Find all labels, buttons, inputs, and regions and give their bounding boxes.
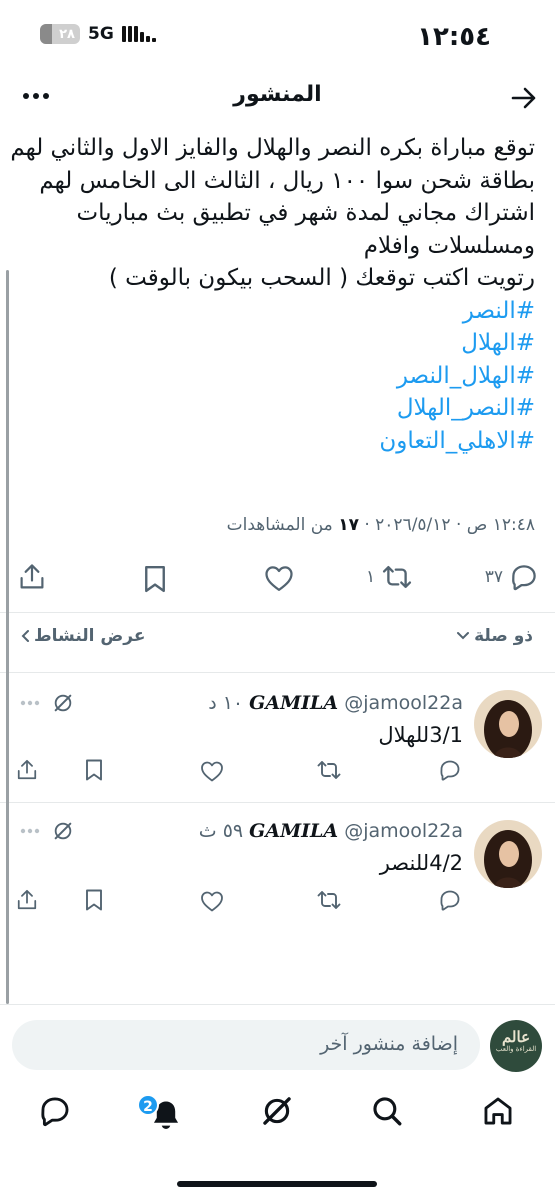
repost-button[interactable] xyxy=(316,888,342,912)
battery-level: ٢٨ xyxy=(59,26,75,42)
home-tab[interactable] xyxy=(481,1094,515,1128)
scrollbar[interactable] xyxy=(6,270,9,1004)
bookmark-icon xyxy=(86,759,102,781)
reply-handle: @jamool22a xyxy=(344,820,463,842)
chevron-left-icon xyxy=(21,630,29,642)
sort-relevance-label: ذو صلة xyxy=(474,626,533,646)
post-meta: ١٢:٤٨ ص · ٢٠٢٦/٥/١٢ · ١٧ من المشاهدات xyxy=(226,515,535,535)
replies-sort-row: ذو صلة عرض النشاط xyxy=(20,626,533,654)
grok-tab[interactable] xyxy=(260,1094,294,1128)
search-tab[interactable] xyxy=(370,1094,404,1128)
battery-icon: ٢٨ xyxy=(40,24,80,44)
like-button[interactable] xyxy=(200,890,224,912)
signal-icon xyxy=(121,26,156,42)
post-text-line: ومسلسلات وافلام xyxy=(363,232,535,259)
avatar-logo-text: عالم xyxy=(501,1028,531,1046)
repost-icon xyxy=(317,891,341,909)
heart-icon xyxy=(201,761,223,782)
more-options-icon[interactable] xyxy=(20,828,40,834)
heart-icon xyxy=(265,566,293,591)
avatar[interactable] xyxy=(474,820,542,888)
share-button[interactable] xyxy=(16,888,38,912)
reply-header: GAMILA @jamool22a ١٠ د xyxy=(208,692,463,714)
reply-item[interactable]: GAMILA @jamool22a ٥٩ ث 4/2للنصر xyxy=(0,802,555,932)
avatar-logo-subtext: القراءة والعب xyxy=(495,1045,537,1053)
share-icon xyxy=(17,759,37,780)
post-text-line: رتويت اكتب توقعك ( السحب بيكون بالوقت ) xyxy=(108,265,535,291)
bookmark-icon xyxy=(145,565,165,593)
post-date: ٢٠٢٦/٥/١٢ xyxy=(375,515,451,535)
reply-icon xyxy=(440,890,460,911)
reply-header: GAMILA @jamool22a ٥٩ ث xyxy=(199,820,463,842)
hashtag-link[interactable]: #الهلال_النصر xyxy=(14,360,535,393)
bookmark-button[interactable] xyxy=(142,564,168,594)
compose-reply-input[interactable]: إضافة منشور آخر xyxy=(12,1020,480,1070)
heart-icon xyxy=(201,891,223,912)
view-activity-button[interactable]: عرض النشاط xyxy=(20,626,145,646)
repost-count: ١ xyxy=(366,567,376,587)
status-time: ١٢:٥٤ xyxy=(417,22,491,52)
chevron-down-icon xyxy=(457,632,470,640)
grok-icon[interactable] xyxy=(52,820,74,842)
sort-relevance-button[interactable]: ذو صلة xyxy=(456,626,533,646)
reply-button[interactable] xyxy=(438,758,462,782)
bookmark-button[interactable] xyxy=(84,758,104,782)
divider xyxy=(0,612,555,613)
status-indicators: ٢٨ 5G xyxy=(40,24,156,44)
reply-icon xyxy=(440,760,460,781)
repost-icon xyxy=(383,565,412,589)
reply-button[interactable]: ٣٧ xyxy=(485,562,539,592)
reply-button[interactable] xyxy=(438,888,462,912)
share-button[interactable] xyxy=(16,758,38,782)
post-text-line: اشتراك مجاني لمدة شهر في تطبيق بث مباريا… xyxy=(76,200,535,226)
views-count: ١٧ xyxy=(338,515,359,535)
reply-item[interactable]: GAMILA @jamool22a ١٠ د 3/1للهلال xyxy=(0,672,555,802)
bookmark-icon xyxy=(86,889,102,911)
share-icon xyxy=(20,564,44,589)
divider xyxy=(0,1004,555,1005)
grok-icon[interactable] xyxy=(52,692,74,714)
reply-count: ٣٧ xyxy=(484,567,503,587)
back-arrow-icon[interactable] xyxy=(511,86,537,110)
messages-tab[interactable] xyxy=(38,1094,72,1128)
post-actions: ٣٧ ١ xyxy=(0,560,555,600)
hashtag-link[interactable]: #الاهلي_التعاون xyxy=(14,425,535,458)
messages-icon xyxy=(41,1097,69,1127)
post-time: ١٢:٤٨ ص xyxy=(466,515,535,535)
post-body: توقع مباراة بكره النصر والهلال والفايز ا… xyxy=(10,132,535,458)
reply-icon xyxy=(512,565,536,591)
home-indicator[interactable] xyxy=(177,1181,377,1187)
repost-icon xyxy=(317,761,341,779)
share-icon xyxy=(17,889,37,910)
share-button[interactable] xyxy=(18,562,46,592)
grok-icon xyxy=(263,1097,291,1125)
like-button[interactable] xyxy=(200,760,224,782)
network-type: 5G xyxy=(88,24,114,44)
reply-text: 3/1للهلال xyxy=(378,723,463,747)
post-text-line: توقع مباراة بكره النصر والهلال والفايز ا… xyxy=(10,135,535,161)
notifications-badge: 2 xyxy=(137,1094,159,1116)
repost-button[interactable] xyxy=(316,758,342,782)
hashtag-link[interactable]: #النصر_الهلال xyxy=(14,392,535,425)
reply-handle: @jamool22a xyxy=(344,692,463,714)
reply-time: ١٠ د xyxy=(208,692,244,714)
repost-button[interactable]: ١ xyxy=(366,562,413,592)
avatar[interactable] xyxy=(474,690,542,758)
reply-author-name[interactable]: GAMILA xyxy=(249,692,338,714)
reply-time: ٥٩ ث xyxy=(198,820,244,842)
page-title: المنشور xyxy=(233,82,322,107)
post-text-line: بطاقة شحن سوا ١٠٠ ريال ، الثالث الى الخا… xyxy=(39,167,535,194)
like-button[interactable] xyxy=(264,564,294,592)
bookmark-button[interactable] xyxy=(84,888,104,912)
search-icon xyxy=(373,1097,402,1126)
reply-text: 4/2للنصر xyxy=(379,851,463,875)
hashtag-link[interactable]: #النصر xyxy=(14,295,535,328)
hashtag-link[interactable]: #الهلال xyxy=(14,327,535,360)
more-options-icon[interactable] xyxy=(20,700,40,706)
reply-author-name[interactable]: GAMILA xyxy=(249,820,338,842)
views-label: من المشاهدات xyxy=(226,515,333,535)
home-icon xyxy=(484,1097,512,1125)
view-activity-label: عرض النشاط xyxy=(34,626,146,646)
user-avatar[interactable]: عالم القراءة والعب xyxy=(490,1020,542,1072)
